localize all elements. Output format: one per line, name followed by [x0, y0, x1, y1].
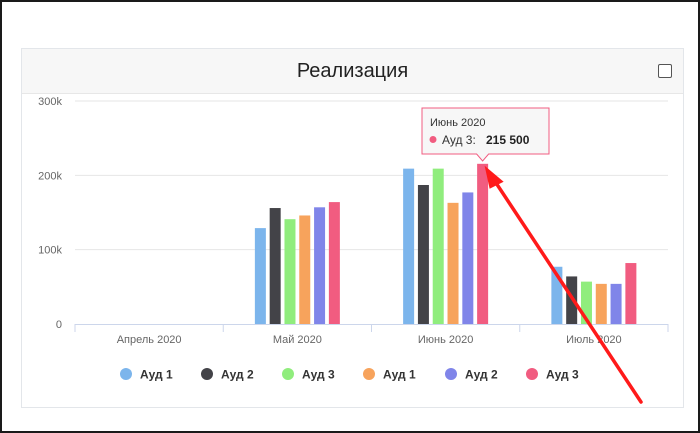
bar[interactable]	[447, 202, 459, 324]
chart-svg: 0 100k 200k 300k Апрель 2020 Май 2020 Июнь 20…	[38, 96, 669, 404]
bar[interactable]	[299, 215, 311, 324]
x-axis-labels: Апрель 2020 Май 2020 Июнь 2020 Июль 2020	[117, 334, 622, 346]
legend-marker	[282, 368, 294, 380]
tooltip-title: Июнь 2020	[430, 117, 486, 129]
legend: Ауд 1 Ауд 2 Ауд 3 Ауд 1 Ауд 2 Ауд 3	[120, 368, 579, 382]
legend-label: Ауд 1	[140, 368, 173, 382]
bar[interactable]	[625, 263, 637, 324]
y-tick-label: 300k	[38, 96, 62, 108]
bar[interactable]	[477, 163, 489, 324]
bar[interactable]	[432, 168, 444, 324]
x-tick-label: Июль 2020	[566, 334, 622, 346]
bar[interactable]	[284, 219, 296, 324]
x-tick-label: Апрель 2020	[117, 334, 182, 346]
legend-label: Ауд 2	[221, 368, 254, 382]
legend-marker	[363, 368, 375, 380]
tooltip-value: 215 500	[486, 133, 530, 147]
legend-label: Ауд 2	[465, 368, 498, 382]
x-tick-label: Май 2020	[273, 334, 322, 346]
tooltip-marker	[429, 136, 437, 143]
y-tick-label: 100k	[38, 245, 62, 257]
legend-label: Ауд 3	[302, 368, 335, 382]
tooltip: Июнь 2020 Ауд 3: 215 500	[421, 107, 550, 162]
bar[interactable]	[417, 184, 429, 324]
bar[interactable]	[403, 168, 415, 324]
legend-item[interactable]: Ауд 2	[201, 368, 254, 382]
bar[interactable]	[462, 192, 474, 324]
legend-item[interactable]: Ауд 2	[445, 368, 498, 382]
y-axis-labels: 0 100k 200k 300k	[38, 96, 62, 331]
bar[interactable]	[610, 283, 622, 324]
bar[interactable]	[328, 202, 340, 324]
legend-marker	[201, 368, 213, 380]
legend-marker	[526, 368, 538, 380]
bar[interactable]	[314, 207, 326, 324]
legend-marker	[445, 368, 457, 380]
y-tick-label: 0	[56, 319, 62, 331]
bar[interactable]	[254, 228, 266, 324]
legend-marker	[120, 368, 132, 380]
gridlines	[75, 100, 668, 251]
legend-label: Ауд 3	[546, 368, 579, 382]
y-tick-label: 200k	[38, 170, 62, 182]
bar[interactable]	[595, 283, 607, 324]
legend-item[interactable]: Ауд 3	[526, 368, 579, 382]
legend-label: Ауд 1	[383, 368, 416, 382]
tooltip-series-label: Ауд 3:	[442, 133, 476, 147]
bars	[254, 163, 637, 324]
legend-item[interactable]: Ауд 1	[120, 368, 173, 382]
legend-item[interactable]: Ауд 3	[282, 368, 335, 382]
legend-item[interactable]: Ауд 1	[363, 368, 416, 382]
x-axis-ticks	[74, 324, 669, 332]
bar[interactable]	[269, 208, 281, 324]
x-tick-label: Июнь 2020	[418, 334, 474, 346]
